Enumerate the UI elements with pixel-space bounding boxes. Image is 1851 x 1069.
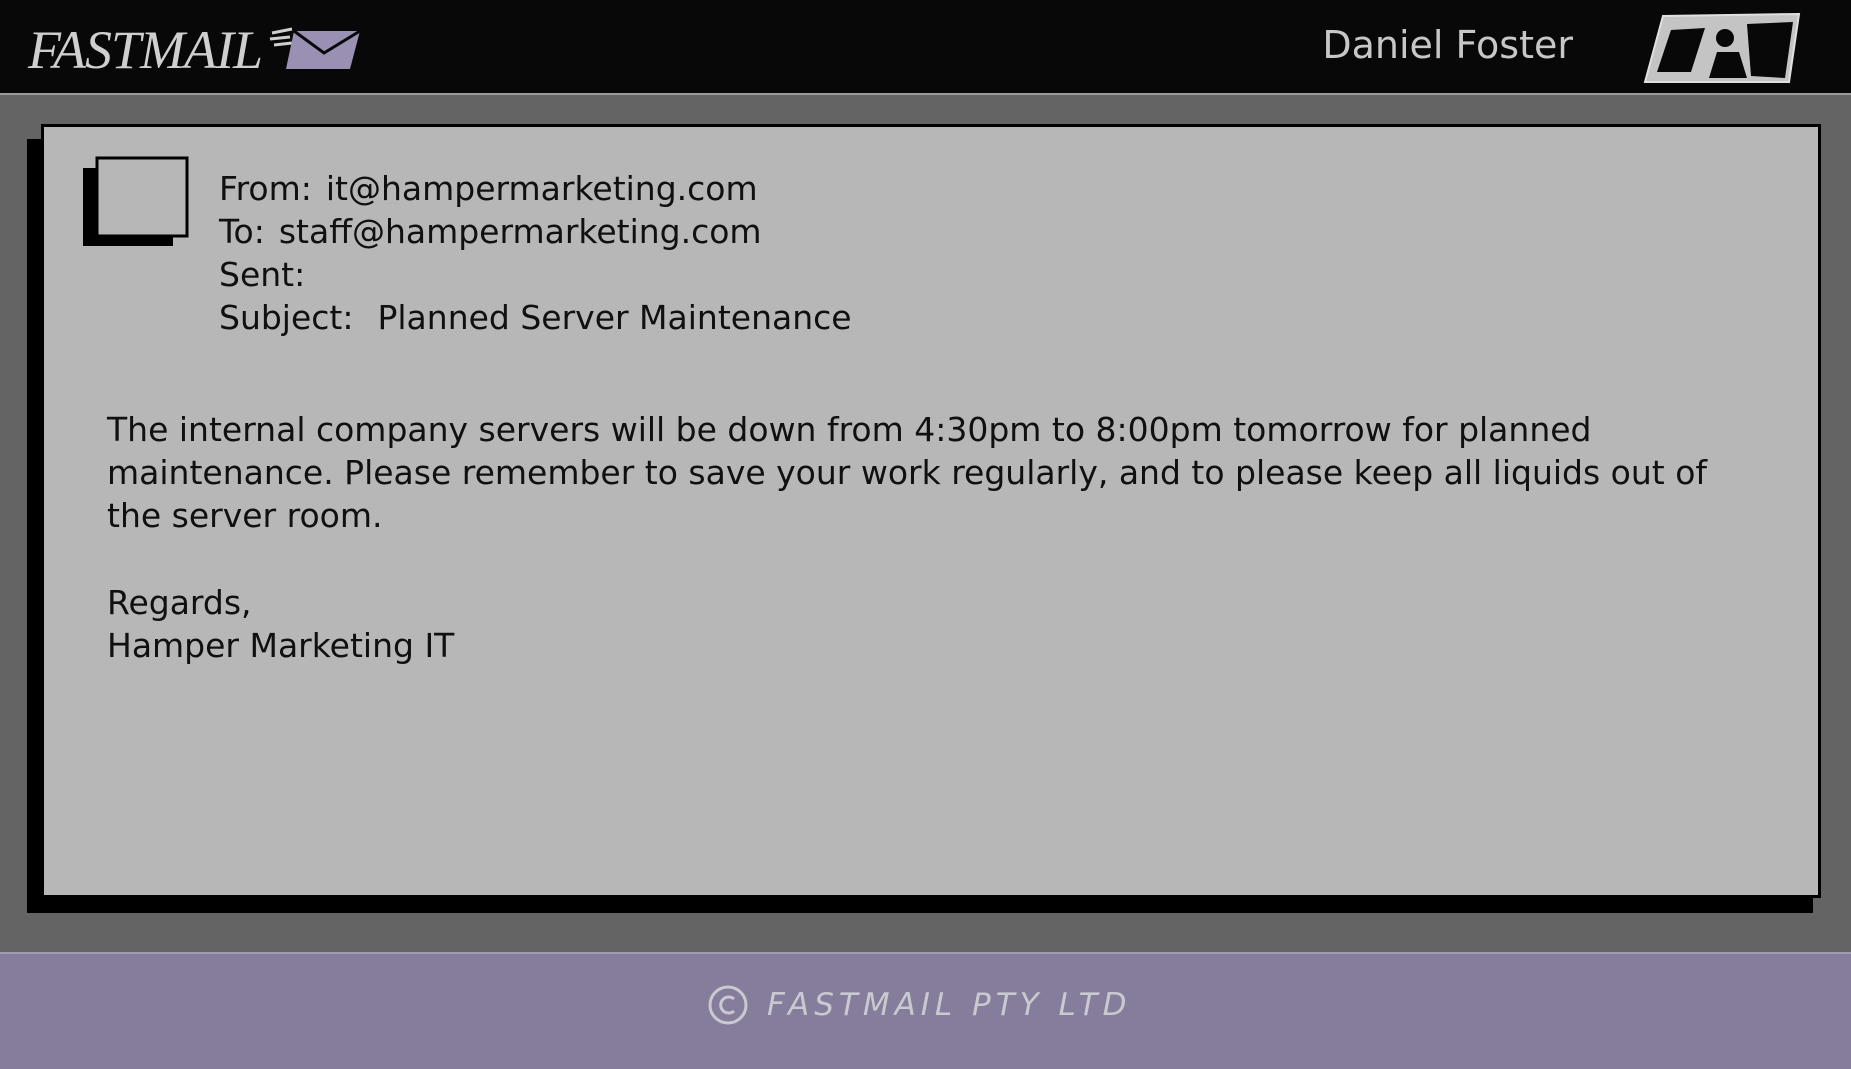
signoff-line: Regards, <box>107 583 252 622</box>
sent-row: Sent: <box>219 253 852 296</box>
to-row: To: staff@hampermarketing.com <box>219 210 852 253</box>
signature-line: Hamper Marketing IT <box>107 626 455 665</box>
to-address[interactable]: staff@hampermarketing.com <box>279 212 762 251</box>
top-bar: FASTMAIL Daniel Foster <box>0 0 1851 95</box>
email-card: From: it@hampermarketing.com To: staff@ham… <box>41 124 1821 898</box>
to-label: To: <box>219 212 265 251</box>
subject-label: Subject: <box>219 298 354 337</box>
profile-card-icon[interactable] <box>1643 12 1801 86</box>
user-name[interactable]: Daniel Foster <box>1322 22 1573 68</box>
email-body: The internal company servers will be dow… <box>107 408 1767 667</box>
footer: FASTMAIL PTY LTD <box>0 952 1851 1069</box>
envelope-icon <box>269 27 361 69</box>
from-address[interactable]: it@hampermarketing.com <box>326 169 758 208</box>
subject-row: Subject: Planned Server Maintenance <box>219 296 852 339</box>
logo-text: FASTMAIL <box>28 20 263 80</box>
sender-avatar-icon <box>83 156 189 246</box>
copyright-text: FASTMAIL PTY LTD <box>767 987 1132 1023</box>
fastmail-logo[interactable]: FASTMAIL <box>28 20 366 80</box>
copyright-icon <box>708 985 748 1025</box>
sent-label: Sent: <box>219 255 306 294</box>
email-body-paragraph: The internal company servers will be dow… <box>107 410 1708 535</box>
email-header: From: it@hampermarketing.com To: staff@ham… <box>219 167 852 339</box>
copyright: FASTMAIL PTY LTD <box>707 984 1131 1026</box>
subject-value: Planned Server Maintenance <box>377 298 852 337</box>
from-row: From: it@hampermarketing.com <box>219 167 852 210</box>
from-label: From: <box>219 169 312 208</box>
